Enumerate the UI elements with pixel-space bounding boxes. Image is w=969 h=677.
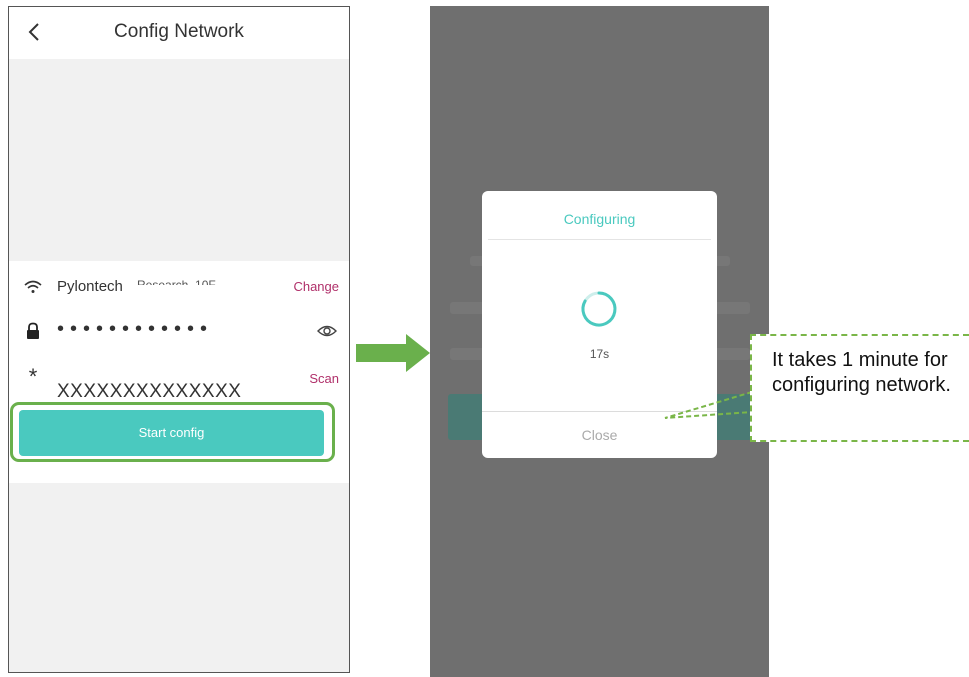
wifi-ssid-overflow: Research_10F (137, 278, 216, 285)
callout-pointer (664, 391, 753, 419)
countdown-text: 17s (589, 347, 610, 361)
callout-box: It takes 1 minute for configuring networ… (750, 334, 969, 442)
page-title: Config Network (114, 21, 244, 42)
serial-number-field[interactable]: XXXXXXXXXXXXXX (57, 381, 241, 403)
change-wifi-link[interactable]: Change (293, 279, 339, 294)
configuring-screen: Configuring 17s Close (430, 6, 769, 677)
password-row: •••••••••••• (9, 311, 349, 351)
wifi-icon (24, 280, 42, 293)
config-network-screen: Config Network Pylontech Research_10F Ch… (8, 6, 350, 673)
callout-text: It takes 1 minute for configuring networ… (772, 349, 951, 396)
start-config-button[interactable]: Start config (19, 410, 324, 456)
divider (488, 239, 711, 240)
right-arrow-icon (356, 334, 430, 372)
password-field[interactable]: •••••••••••• (57, 318, 213, 341)
wifi-ssid: Pylontech (57, 278, 123, 295)
loading-spinner-icon (581, 291, 617, 327)
dialog-title: Configuring (563, 211, 636, 227)
eye-icon[interactable] (317, 323, 337, 339)
scan-link[interactable]: Scan (309, 371, 339, 386)
lock-icon (27, 322, 39, 339)
header-bar: Config Network (9, 7, 349, 59)
asterisk-icon: * (28, 364, 38, 389)
wifi-row: Pylontech Research_10F Change (9, 267, 349, 307)
